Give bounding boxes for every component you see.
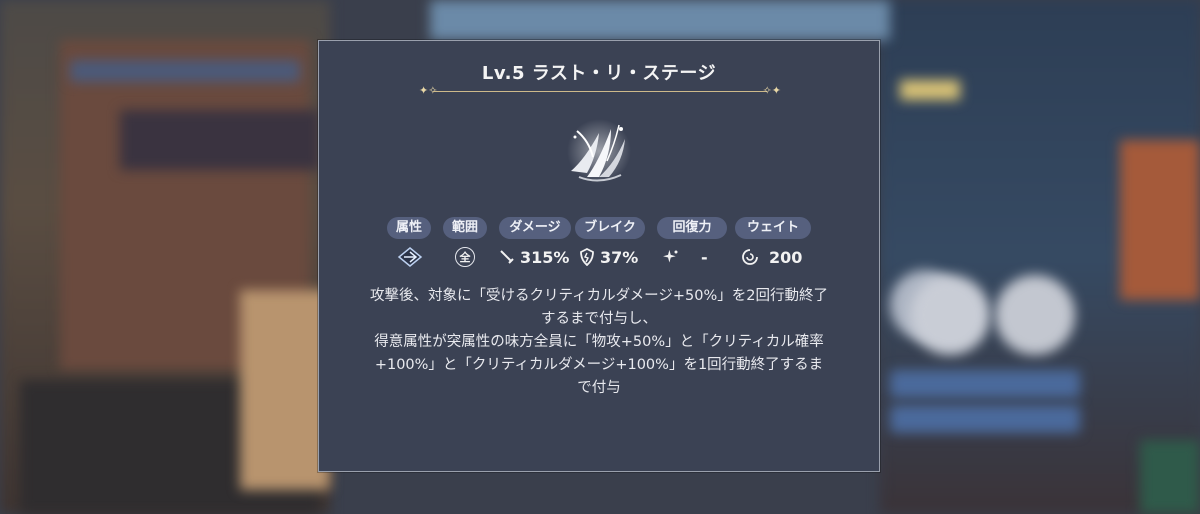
stat-label-damage: ダメージ bbox=[499, 217, 571, 239]
stat-value-damage: 315% bbox=[499, 245, 569, 269]
damage-value: 315% bbox=[520, 247, 570, 267]
sword-icon bbox=[500, 250, 514, 264]
sparkle-right-icon: ✧✦ bbox=[762, 84, 781, 97]
break-value: 37% bbox=[600, 247, 639, 267]
heal-value: - bbox=[701, 247, 708, 267]
wait-swirl-icon bbox=[742, 249, 758, 265]
stat-value-break: 37% bbox=[579, 245, 638, 269]
stat-label-break: ブレイク bbox=[575, 217, 645, 239]
feather-burst-icon bbox=[567, 119, 631, 183]
element-diamond-icon bbox=[397, 247, 423, 267]
sparkle-icon bbox=[663, 249, 678, 263]
stat-value-range: 全 bbox=[455, 245, 475, 269]
stat-label-wait: ウェイト bbox=[735, 217, 811, 239]
stat-value-wait: 200 bbox=[741, 245, 802, 269]
description-line: で付与 bbox=[577, 380, 621, 396]
stat-label-range: 範囲 bbox=[443, 217, 487, 239]
title-divider: ✦✧ ✧✦ bbox=[419, 84, 781, 97]
range-all-icon: 全 bbox=[455, 247, 475, 267]
stat-value-element bbox=[397, 245, 423, 269]
description-line: 得意属性が突属性の味方全員に「物攻+50%」と「クリティカル確率 bbox=[374, 334, 824, 350]
description-line: するまで付与し、 bbox=[541, 311, 657, 327]
shield-break-icon bbox=[580, 248, 594, 266]
skill-description: 攻撃後、対象に「受けるクリティカルダメージ+50%」を2回行動終了 するまで付与… bbox=[349, 285, 849, 400]
description-line: 攻撃後、対象に「受けるクリティカルダメージ+50%」を2回行動終了 bbox=[369, 288, 828, 304]
skill-detail-panel: Lv.5 ラスト・リ・ステージ ✦✧ ✧✦ 属性 範囲 ダメージ ブレイク 回復… bbox=[318, 40, 880, 472]
wait-value: 200 bbox=[769, 247, 803, 267]
skill-title: Lv.5 ラスト・リ・ステージ bbox=[481, 63, 717, 84]
stat-value-heal: - bbox=[663, 245, 708, 269]
stat-label-heal: 回復力 bbox=[657, 217, 727, 239]
description-line: +100%」と「クリティカルダメージ+100%」を1回行動終了するま bbox=[374, 357, 824, 373]
stat-label-element: 属性 bbox=[387, 217, 431, 239]
